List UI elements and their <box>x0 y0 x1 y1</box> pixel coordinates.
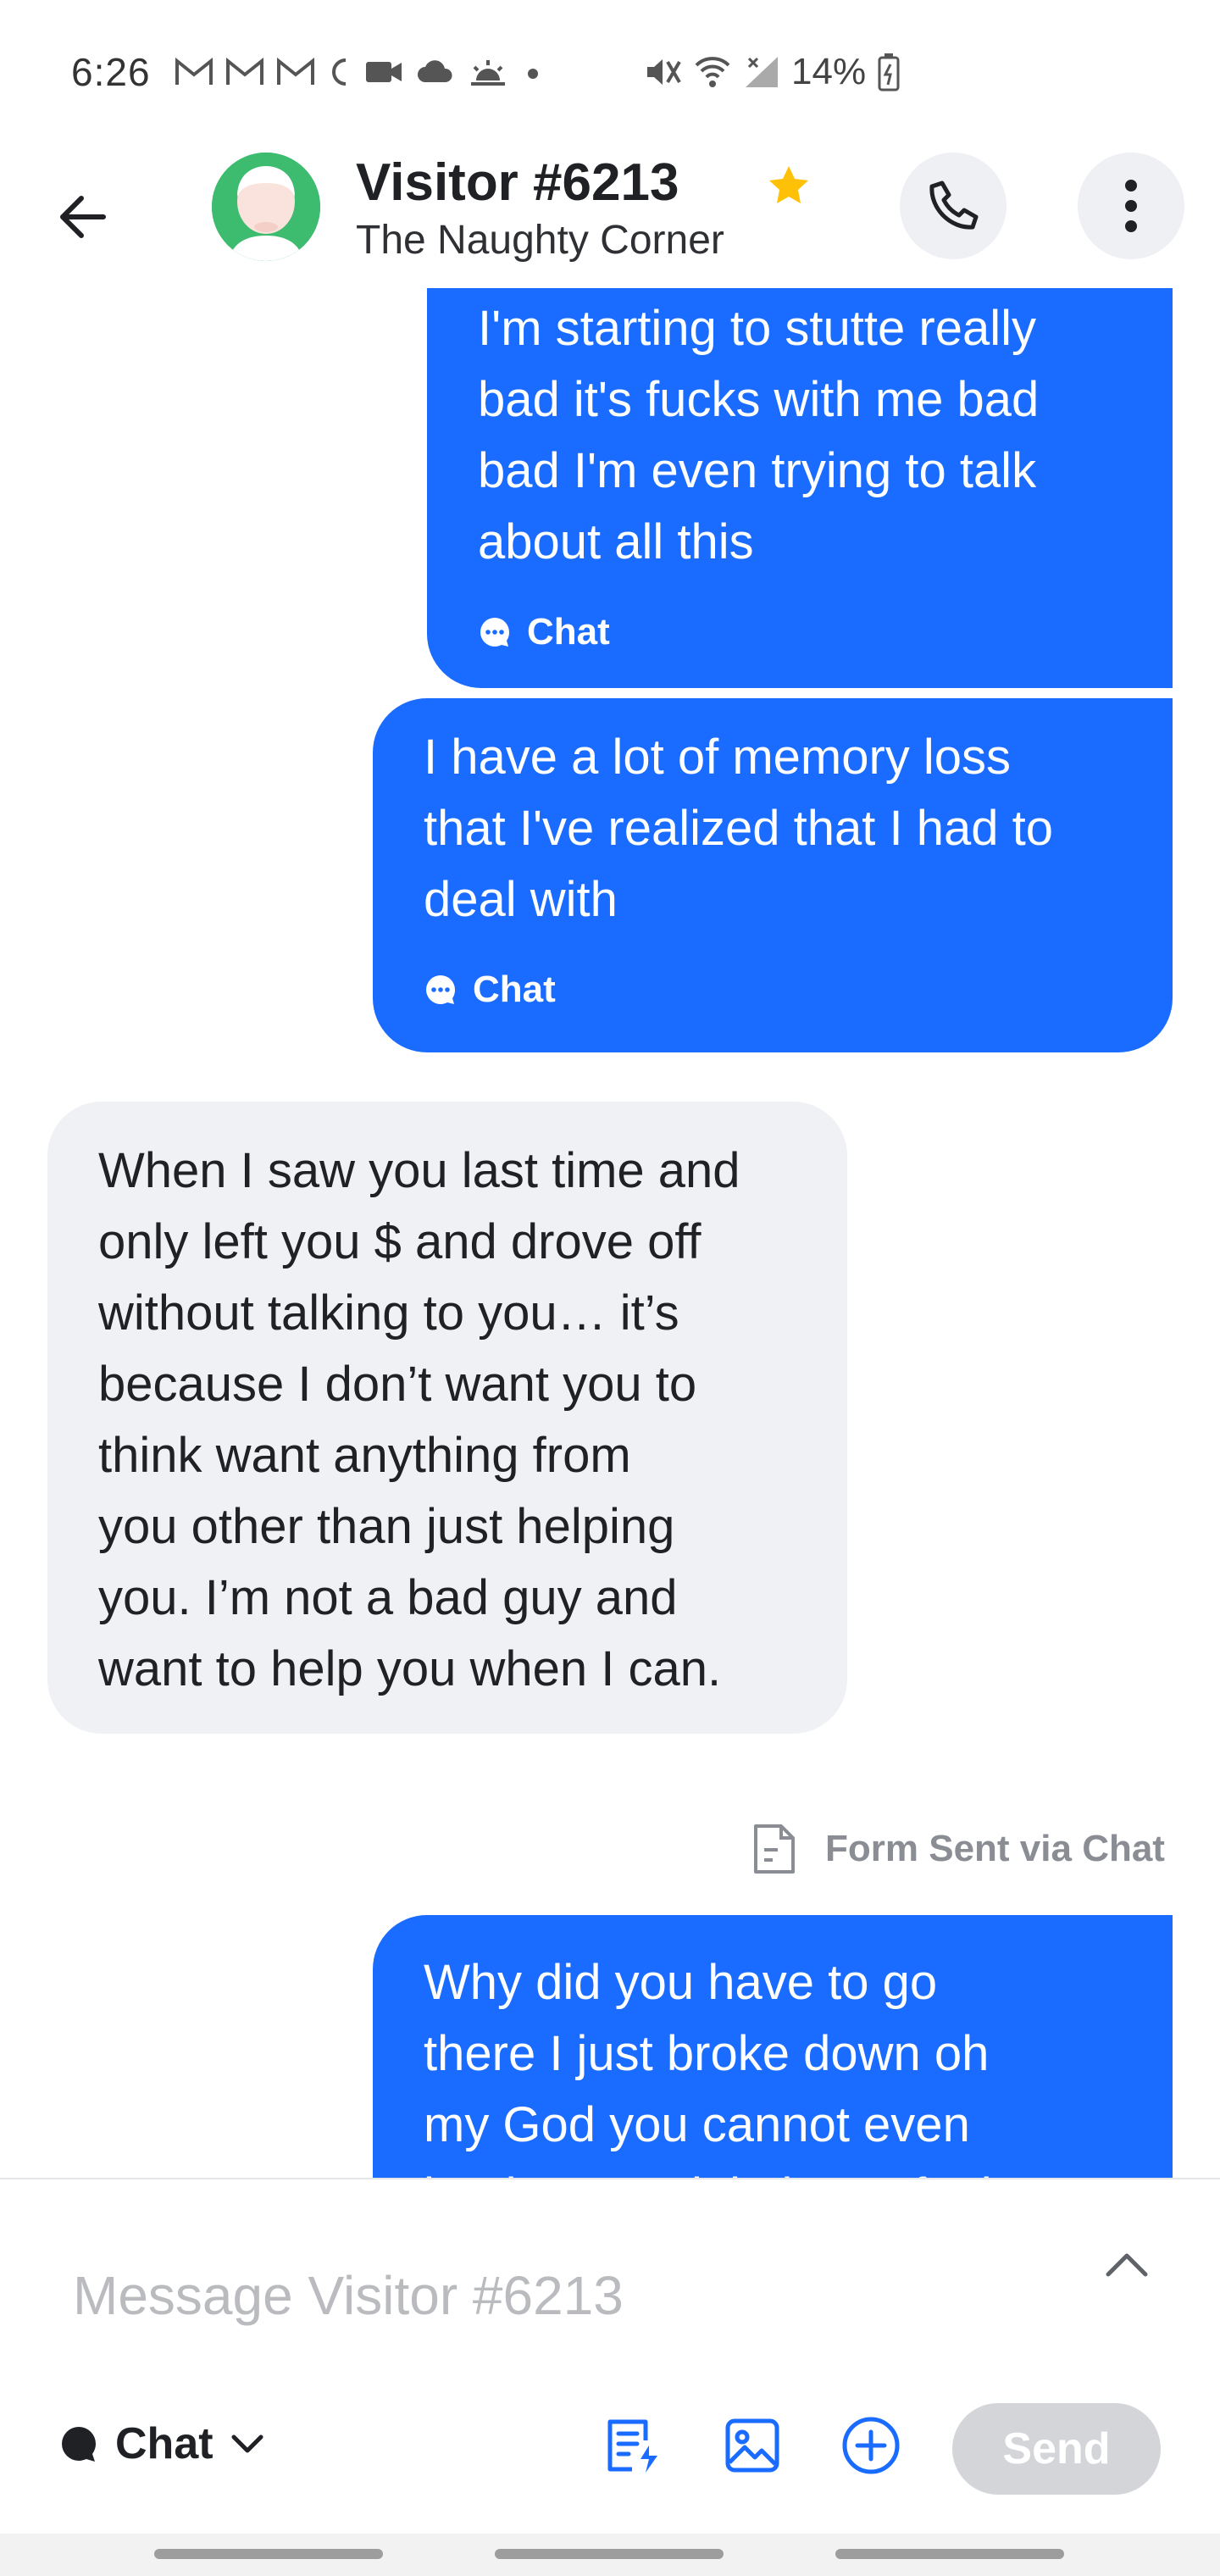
form-sent-label: Form Sent via Chat <box>825 1828 1165 1869</box>
gmail-icon <box>277 57 314 85</box>
nav-recent-apps-handle[interactable] <box>154 2549 383 2559</box>
template-icon <box>607 2419 657 2473</box>
navigation-bar <box>0 2534 1220 2576</box>
user-avatar-icon <box>212 153 320 261</box>
quick-reply-button[interactable] <box>598 2410 669 2481</box>
star-icon <box>769 166 808 203</box>
collapse-composer-button[interactable] <box>1093 2230 1161 2298</box>
battery-icon <box>878 53 900 92</box>
more-vertical-icon <box>1125 180 1137 232</box>
message-input[interactable] <box>71 2257 1003 2334</box>
arrow-left-icon <box>60 196 106 238</box>
message-text: When I saw you last time and only left y… <box>98 1143 740 1696</box>
wifi-icon <box>695 57 730 87</box>
sunrise-icon <box>471 60 505 86</box>
send-button[interactable]: Send <box>952 2403 1161 2495</box>
chat-bubble-icon <box>425 975 455 1004</box>
message-text: I have a lot of memory loss that I've re… <box>424 730 1053 927</box>
avatar[interactable] <box>212 153 320 261</box>
message-text: I'm starting to stutte really bad it's f… <box>478 301 1040 569</box>
dot-icon <box>528 69 538 79</box>
page-subtitle: The Naughty Corner <box>356 218 724 263</box>
message-text: Why did you have to go there I just brok… <box>424 1955 992 2178</box>
status-bar: 6:26 14% <box>0 0 1220 144</box>
message-bubble-outgoing[interactable]: I have a lot of memory loss that I've re… <box>373 698 1173 1052</box>
image-icon <box>725 2418 779 2473</box>
plus-circle-icon <box>842 2417 900 2474</box>
add-attachment-button[interactable] <box>835 2410 907 2481</box>
message-channel-label: Chat <box>527 611 610 652</box>
conversation-header: Visitor #6213 The Naughty Corner <box>0 144 1220 288</box>
chat-bubble-icon <box>62 2427 96 2462</box>
nav-back-handle[interactable] <box>835 2549 1064 2559</box>
call-button[interactable] <box>900 153 1006 259</box>
mute-icon <box>647 59 681 85</box>
chat-bubble-icon <box>480 618 509 647</box>
channel-select-label: Chat <box>115 2419 214 2468</box>
image-button[interactable] <box>717 2410 788 2481</box>
phone-icon <box>929 180 979 230</box>
form-sent-event: Form Sent via Chat <box>752 1818 1165 1879</box>
nav-home-handle[interactable] <box>495 2549 724 2559</box>
header-title-block[interactable]: Visitor #6213 The Naughty Corner <box>356 151 808 266</box>
battery-percentage: 14% <box>791 51 867 92</box>
signal-icon <box>746 57 778 87</box>
message-bubble-outgoing[interactable]: I'm starting to stutte really bad it's f… <box>427 288 1173 688</box>
message-composer: Chat Send <box>0 2178 1220 2534</box>
gmail-icon <box>226 57 263 85</box>
cloud-icon <box>418 60 452 82</box>
page-title: Visitor #6213 <box>356 153 679 212</box>
chevron-up-icon <box>1106 2253 1148 2277</box>
message-list[interactable]: I'm starting to stutte really bad it's f… <box>0 288 1220 2178</box>
system-icons: 14% <box>644 49 901 95</box>
message-channel: Chat <box>424 954 1122 1025</box>
message-bubble-incoming[interactable]: When I saw you last time and only left y… <box>47 1102 847 1734</box>
channel-select[interactable]: Chat <box>59 2408 264 2479</box>
document-icon <box>754 1824 795 1874</box>
moon-icon <box>332 58 347 86</box>
notification-icons <box>175 51 546 93</box>
message-channel-label: Chat <box>473 969 556 1010</box>
gmail-icon <box>175 57 213 85</box>
chevron-down-icon <box>231 2434 263 2453</box>
back-button[interactable] <box>42 176 124 258</box>
message-bubble-outgoing[interactable]: Why did you have to go there I just brok… <box>373 1915 1173 2178</box>
more-options-button[interactable] <box>1078 153 1184 259</box>
status-time: 6:26 <box>71 50 151 94</box>
video-icon <box>366 62 402 82</box>
message-channel: Chat <box>478 597 1122 668</box>
